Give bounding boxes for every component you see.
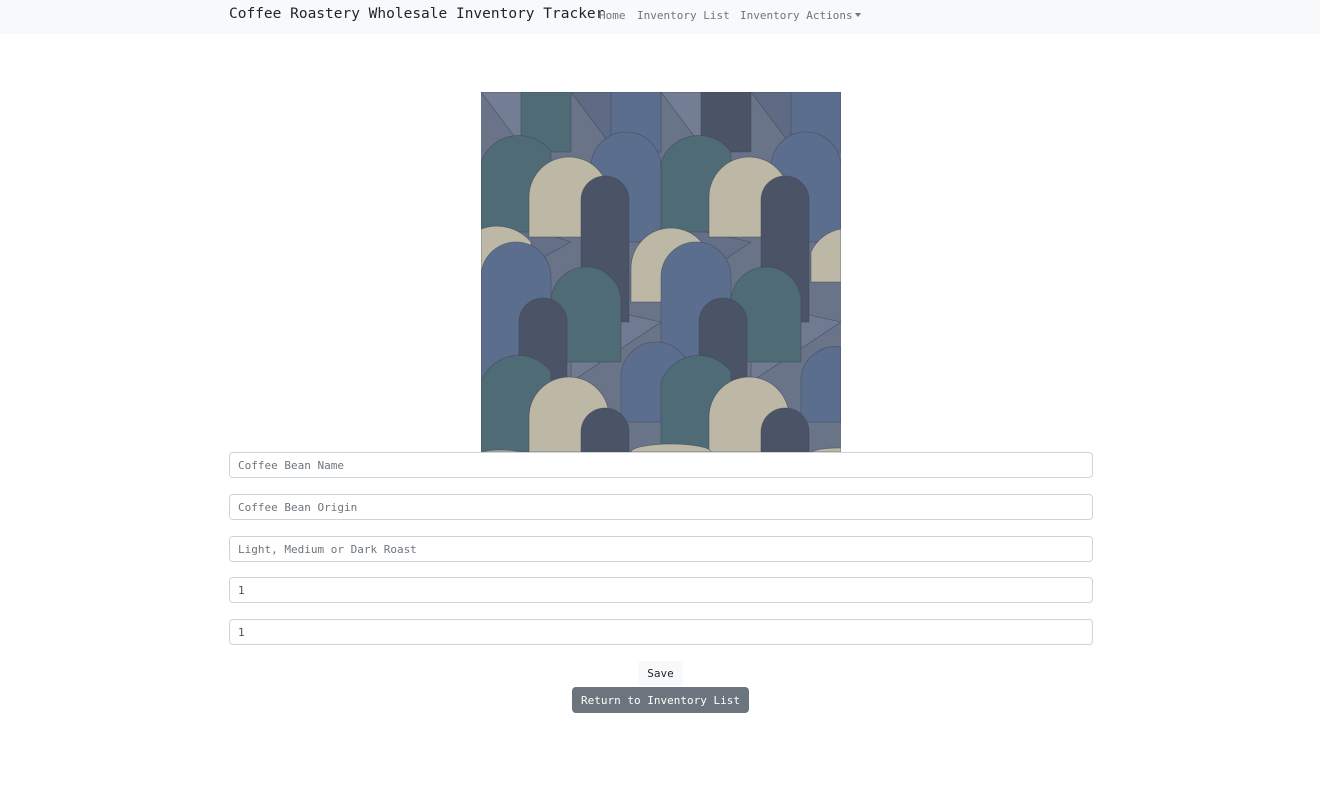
nav-dropdown-label: Inventory Actions — [740, 9, 853, 22]
quantity-input[interactable] — [229, 577, 1093, 603]
abstract-arch-pattern-image — [481, 92, 841, 452]
price-input[interactable] — [229, 619, 1093, 645]
coffee-bean-origin-input[interactable] — [229, 494, 1093, 520]
arch-pattern-graphic — [481, 92, 841, 452]
coffee-bean-name-input[interactable] — [229, 452, 1093, 478]
save-button[interactable]: Save — [638, 661, 683, 686]
nav-dropdown-inventory-actions[interactable]: Inventory Actions — [740, 9, 861, 22]
nav-link-home[interactable]: Home — [599, 9, 626, 22]
roast-level-input[interactable] — [229, 536, 1093, 562]
return-to-inventory-list-button[interactable]: Return to Inventory List — [572, 687, 749, 713]
nav-link-inventory-list[interactable]: Inventory List — [637, 9, 730, 22]
navbar: Coffee Roastery Wholesale Inventory Trac… — [0, 0, 1320, 34]
navbar-brand[interactable]: Coffee Roastery Wholesale Inventory Trac… — [229, 6, 604, 22]
caret-down-icon — [854, 13, 861, 17]
